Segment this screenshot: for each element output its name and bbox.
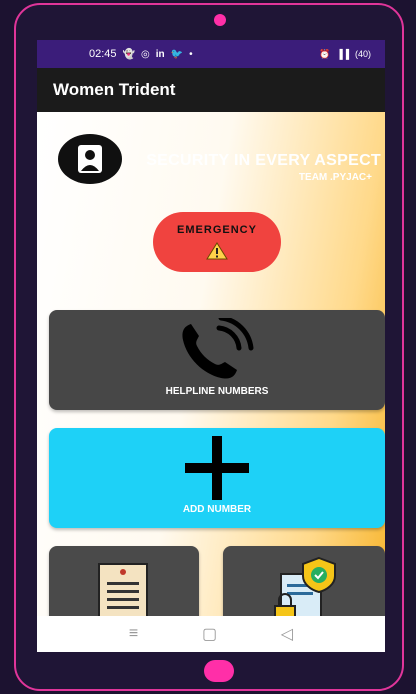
secure-file-icon [274,556,336,616]
battery-indicator: (40) [354,49,371,59]
recents-button[interactable]: ≡ [129,625,138,643]
app-bar: Women Trident [37,68,385,112]
linkedin-icon: in [155,48,165,60]
twitter-icon: 🐦 [170,48,184,60]
snapchat-icon: 👻 [122,48,135,60]
tagline: SECURITY IN EVERY ASPECT [146,152,381,169]
documents-card[interactable] [49,546,199,616]
notification-dot-icon: • [189,48,193,60]
helpline-label: HELPLINE NUMBERS [165,386,269,397]
back-button[interactable]: ◁ [281,624,293,644]
system-nav-bar: ≡ ▢ ◁ [37,616,385,652]
secure-documents-card[interactable] [223,546,385,616]
status-time: 02:45 [89,48,117,60]
document-icon [98,563,148,616]
add-number-card[interactable]: ADD NUMBER [49,428,385,528]
add-number-label: ADD NUMBER [182,504,252,515]
helpline-numbers-card[interactable]: HELPLINE NUMBERS [49,310,385,410]
camera-dot [214,14,226,26]
status-bar: 02:45 👻 ◎ in 🐦 • ⏰ ▐▐ (40) [37,40,385,68]
phone-screen: 02:45 👻 ◎ in 🐦 • ⏰ ▐▐ (40) Women Trident… [37,40,385,652]
emergency-button[interactable]: EMERGENCY [153,212,281,272]
alarm-icon: ⏰ [319,48,331,59]
app-title: Women Trident [53,80,176,99]
device-home-button[interactable] [204,660,234,682]
home-button[interactable]: ▢ [202,624,217,644]
main-content: SECURITY IN EVERY ASPECT TEAM .PYJAC+ EM… [37,112,385,616]
emergency-label: EMERGENCY [177,224,257,236]
plus-icon [185,436,249,500]
team-label: TEAM .PYJAC+ [298,172,372,183]
instagram-icon: ◎ [140,48,150,60]
signal-icon: ▐▐ [336,49,349,59]
phone-icon [182,318,254,379]
warning-icon [206,242,228,260]
